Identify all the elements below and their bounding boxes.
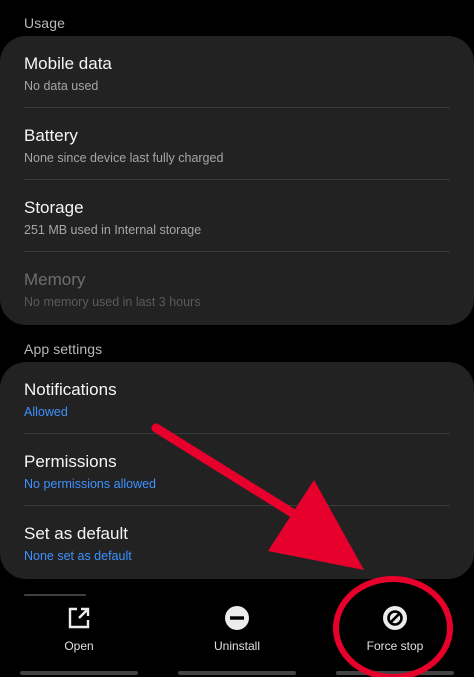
memory-title: Memory (24, 270, 86, 289)
minus-circle-icon (225, 606, 249, 630)
mobile-data-title: Mobile data (24, 54, 112, 73)
battery-title: Battery (24, 126, 78, 145)
nav-pill (20, 671, 138, 675)
storage-subtitle: 251 MB used in Internal storage (24, 223, 202, 237)
notifications-item[interactable]: Notifications Allowed (0, 362, 474, 434)
usage-section-header: Usage (24, 15, 65, 31)
block-icon (383, 606, 407, 630)
set-as-default-item[interactable]: Set as default None set as default (0, 506, 474, 578)
set-as-default-title: Set as default (24, 524, 128, 543)
memory-subtitle: No memory used in last 3 hours (24, 295, 201, 309)
battery-subtitle: None since device last fully charged (24, 151, 224, 165)
storage-item[interactable]: Storage 251 MB used in Internal storage (0, 180, 474, 252)
open-label: Open (64, 639, 94, 653)
usage-card: Mobile data No data used Battery None si… (0, 36, 474, 325)
permissions-subtitle: No permissions allowed (24, 477, 157, 491)
force-stop-label: Force stop (366, 639, 424, 653)
notifications-subtitle: Allowed (24, 405, 68, 419)
storage-title: Storage (24, 198, 84, 217)
nav-pill (336, 671, 454, 675)
mobile-data-item[interactable]: Mobile data No data used (0, 36, 474, 108)
app-settings-section-header: App settings (24, 341, 103, 357)
force-stop-button[interactable]: Force stop (316, 596, 474, 677)
mobile-data-subtitle: No data used (24, 79, 99, 93)
uninstall-label: Uninstall (213, 639, 261, 653)
permissions-title: Permissions (24, 452, 117, 471)
permissions-item[interactable]: Permissions No permissions allowed (0, 434, 474, 506)
uninstall-button[interactable]: Uninstall (158, 596, 316, 677)
bottom-action-bar: Open Uninstall Force stop (0, 596, 474, 677)
open-button[interactable]: Open (0, 596, 158, 677)
memory-item: Memory No memory used in last 3 hours (0, 252, 474, 324)
app-settings-card: Notifications Allowed Permissions No per… (0, 362, 474, 579)
nav-pill (178, 671, 296, 675)
set-as-default-subtitle: None set as default (24, 549, 132, 563)
open-external-icon (68, 607, 90, 629)
battery-item[interactable]: Battery None since device last fully cha… (0, 108, 474, 180)
notifications-title: Notifications (24, 380, 117, 399)
